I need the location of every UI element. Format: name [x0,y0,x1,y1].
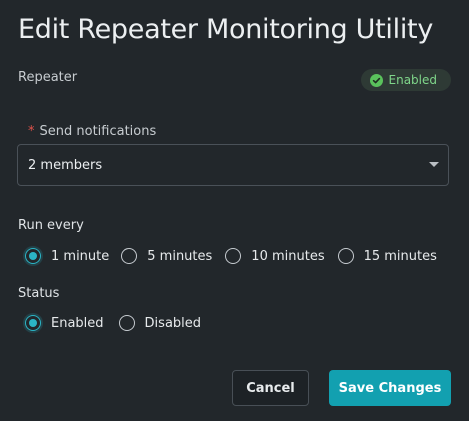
send-notifications-label: * Send notifications [28,124,156,139]
radio-unselected-icon [121,248,138,264]
radio-10-minutes[interactable]: 10 minutes [225,248,325,264]
save-changes-button[interactable]: Save Changes [329,370,451,406]
radio-unselected-icon [225,248,242,264]
cancel-button[interactable]: Cancel [232,370,309,406]
status-label: Status [18,286,60,301]
radio-label: Disabled [144,315,202,331]
send-notifications-label-text: Send notifications [39,124,157,139]
radio-selected-icon [25,248,41,264]
dialog-title: Edit Repeater Monitoring Utility [18,14,433,45]
radio-15-minutes[interactable]: 15 minutes [337,248,437,264]
radio-unselected-icon [118,315,135,331]
radio-label: 15 minutes [363,248,437,264]
send-notifications-value: 2 members [28,157,103,173]
radio-enabled[interactable]: Enabled [25,315,104,331]
repeater-row: Repeater Enabled [18,69,451,92]
repeater-label: Repeater [18,70,78,85]
radio-selected-icon [25,315,41,331]
run-every-radio-group: 1 minute 5 minutes 10 minutes 15 minutes [25,246,437,266]
radio-label: 1 minute [51,248,110,264]
check-circle-icon [369,73,383,87]
caret-down-icon [429,162,439,167]
radio-unselected-icon [337,248,354,264]
radio-label: 10 minutes [251,248,325,264]
status-badge-label: Enabled [388,73,438,87]
radio-disabled[interactable]: Disabled [118,315,202,331]
radio-1-minute[interactable]: 1 minute [25,248,109,264]
required-marker: * [28,124,35,139]
status-badge: Enabled [360,69,451,91]
status-radio-group: Enabled Disabled [25,313,201,333]
send-notifications-select[interactable]: 2 members [17,144,449,186]
radio-5-minutes[interactable]: 5 minutes [121,248,212,264]
radio-label: Enabled [51,315,104,331]
run-every-label: Run every [18,218,84,233]
radio-label: 5 minutes [147,248,213,264]
